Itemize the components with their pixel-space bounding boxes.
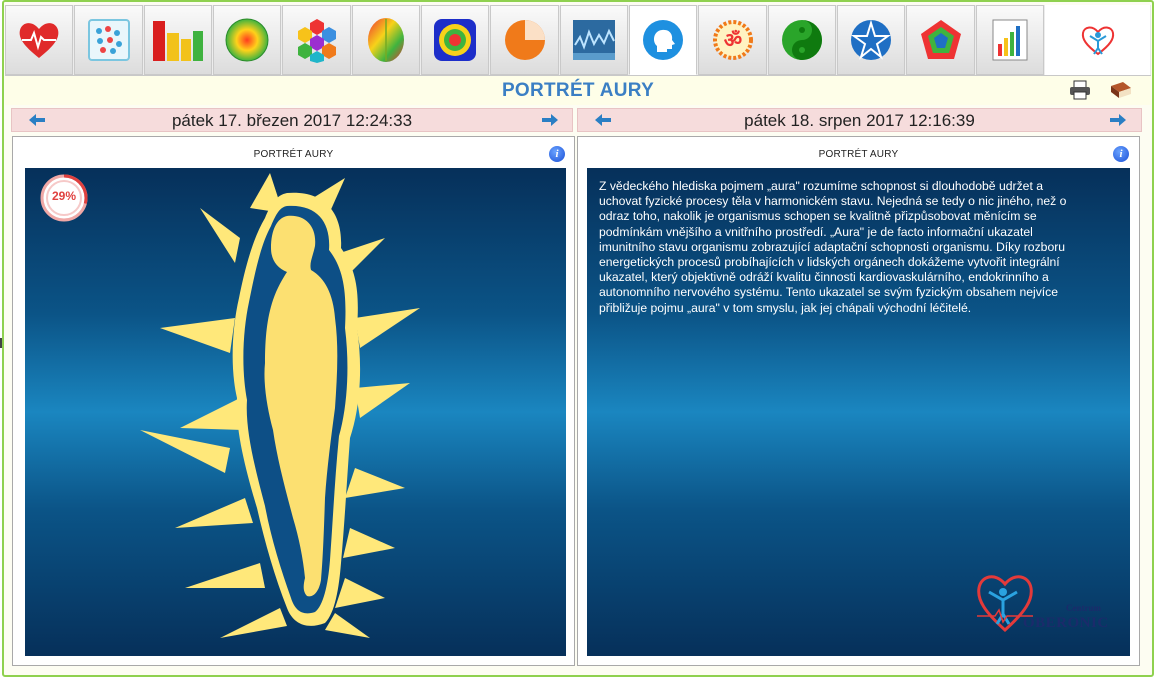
tab-dots[interactable] (74, 5, 143, 75)
oberon-logo-icon (1081, 26, 1114, 56)
page-title: PORTRÉT AURY (501, 80, 655, 101)
right-date: pátek 18. srpen 2017 12:16:39 (744, 111, 975, 130)
next-arrow-icon[interactable] (541, 113, 559, 127)
brain-map-icon (367, 18, 404, 62)
tab-yinyang[interactable] (767, 5, 837, 75)
chakra-figure-icon (434, 19, 477, 61)
om-symbol-icon: ॐ (712, 20, 753, 60)
tab-hexagons[interactable] (282, 5, 351, 75)
pie-chart-icon (504, 20, 545, 60)
pentagon-radar-icon (920, 20, 961, 59)
left-date-bar: pátek 17. březen 2017 12:24:33 (11, 108, 573, 132)
book-icon[interactable] (1109, 80, 1133, 100)
percent-value: 29% (51, 189, 77, 203)
tab-chakra[interactable] (421, 5, 490, 75)
aura-canvas: 29% (25, 168, 566, 656)
right-date-bar: pátek 18. srpen 2017 12:16:39 (577, 108, 1142, 132)
tab-radial[interactable] (213, 5, 282, 75)
tab-pentagon[interactable] (906, 5, 975, 75)
yin-yang-icon (781, 20, 822, 60)
pentagram-icon (851, 19, 892, 60)
description-canvas: Z vědeckého hlediska pojmem „aura" rozum… (587, 168, 1130, 656)
svg-text:ॐ: ॐ (723, 28, 741, 52)
toolbar: ॐ (5, 5, 1151, 76)
tab-aura[interactable] (629, 5, 698, 75)
report-chart-icon (992, 19, 1028, 61)
tab-home-logo[interactable] (1045, 5, 1151, 75)
tab-pentagram[interactable] (837, 5, 906, 75)
info-icon[interactable]: i (549, 146, 565, 162)
next-arrow-icon[interactable] (1109, 113, 1127, 127)
aura-figure (140, 173, 420, 638)
bar-chart-icon (152, 21, 203, 61)
info-icon[interactable]: i (1113, 146, 1129, 162)
tab-heart[interactable] (5, 5, 74, 75)
tab-wave[interactable] (559, 5, 629, 75)
tab-brain[interactable] (351, 5, 421, 75)
panel-title: PORTRÉT AURY (253, 149, 334, 160)
wave-chart-icon (572, 20, 615, 60)
printer-icon[interactable] (1069, 80, 1091, 100)
title-bar: PORTRÉT AURY (5, 76, 1151, 105)
radial-gradient-circle-icon (225, 18, 269, 62)
tab-bars[interactable] (143, 5, 213, 75)
hexagon-cluster-icon (297, 19, 336, 63)
logo-line2: OBERONIC (1023, 615, 1109, 631)
left-panel: PORTRÉT AURY i 29% (12, 136, 575, 666)
head-profile-icon (643, 20, 684, 60)
tab-om[interactable]: ॐ (698, 5, 767, 75)
logo-line1: Centrum (1066, 603, 1101, 613)
panel-title: PORTRÉT AURY (818, 149, 899, 160)
tab-pie[interactable] (490, 5, 559, 75)
left-date: pátek 17. březen 2017 12:24:33 (171, 111, 413, 130)
tab-report[interactable] (975, 5, 1045, 75)
description-text: Z vědeckého hlediska pojmem „aura" rozum… (599, 179, 1067, 315)
right-panel: PORTRÉT AURY i Z vědeckého hlediska pojm… (577, 136, 1140, 666)
dots-grid-icon (87, 19, 130, 61)
heart-ecg-icon (19, 23, 59, 58)
